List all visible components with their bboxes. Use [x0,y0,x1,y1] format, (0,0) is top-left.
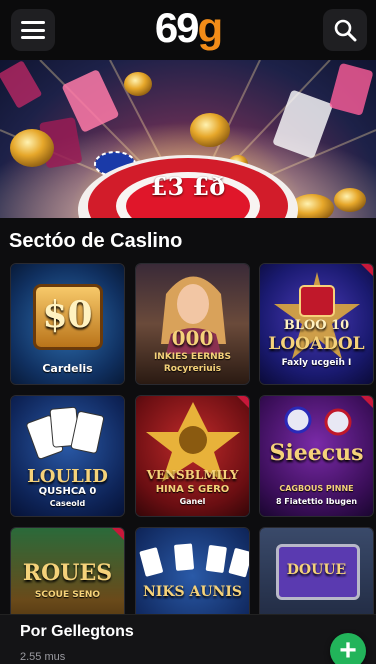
bottom-title: Por Gellegtons [20,623,134,640]
game-subtitle-secondary: Rocyreriuis [163,364,222,374]
game-tile[interactable]: BLOO 10 LOOADOL Faxly ucgeih I [259,263,374,385]
game-subtitle: QUSHCA 0 [38,486,97,497]
logo-text-accent: g [197,4,224,51]
game-title: NIKS AUNIS [142,584,243,600]
game-subtitle: SCOUE SENO [34,590,101,600]
game-tile[interactable]: Sieecus CAGBOUS PINNE 8 Fiatettio Ibugen [259,395,374,517]
game-title-secondary: LOOADOL [268,334,365,354]
logo-text-primary: 69 [154,4,200,51]
game-title: BLOO 10 [283,318,350,333]
game-title: $0 [42,294,93,336]
game-subtitle-secondary: Ganel [179,497,206,506]
game-subtitle: Cardelis [42,362,93,375]
game-title: LOULID [27,466,108,487]
hero-chip-text: £3 £ð [150,172,226,201]
game-title: VENSBLMILY [146,468,239,482]
top-bar: 69g [0,0,376,60]
game-subtitle: Faxly ucgeih I [281,358,352,368]
corner-badge [361,264,373,276]
game-subtitle-secondary: Caseold [49,499,86,508]
game-title: Sieecus [269,440,364,466]
game-title: DOUUE [286,562,347,578]
game-tile[interactable]: 000 INKIES EERNBS Rocyreriuis [135,263,250,385]
corner-badge [361,396,373,408]
corner-badge [237,396,249,408]
game-subtitle: HINA S GERO [155,484,230,495]
hero-banner[interactable]: £3 £ð [0,60,376,218]
section-title: Sectóo de Caslino [9,230,183,252]
game-title: 000 [171,326,214,350]
bottom-bar: Por Gellegtons 2.55 mus + [0,614,376,664]
search-button[interactable] [323,9,367,51]
corner-badge [112,528,124,540]
game-subtitle-secondary: 8 Fiatettio Ibugen [275,497,358,506]
game-tile[interactable]: LOULID QUSHCA 0 Caseold [10,395,125,517]
game-title: ROUES [22,560,113,586]
game-tile[interactable]: VENSBLMILY HINA S GERO Ganel [135,395,250,517]
bottom-subtitle: 2.55 mus [20,651,66,663]
app-logo[interactable]: 69g [0,4,376,52]
game-subtitle: CAGBOUS PINNE [279,484,354,493]
plus-icon: + [339,634,357,664]
game-tile[interactable]: $0 Cardelis [10,263,125,385]
game-subtitle: INKIES EERNBS [153,352,232,362]
search-icon [334,19,357,42]
add-button[interactable]: + [330,633,366,664]
